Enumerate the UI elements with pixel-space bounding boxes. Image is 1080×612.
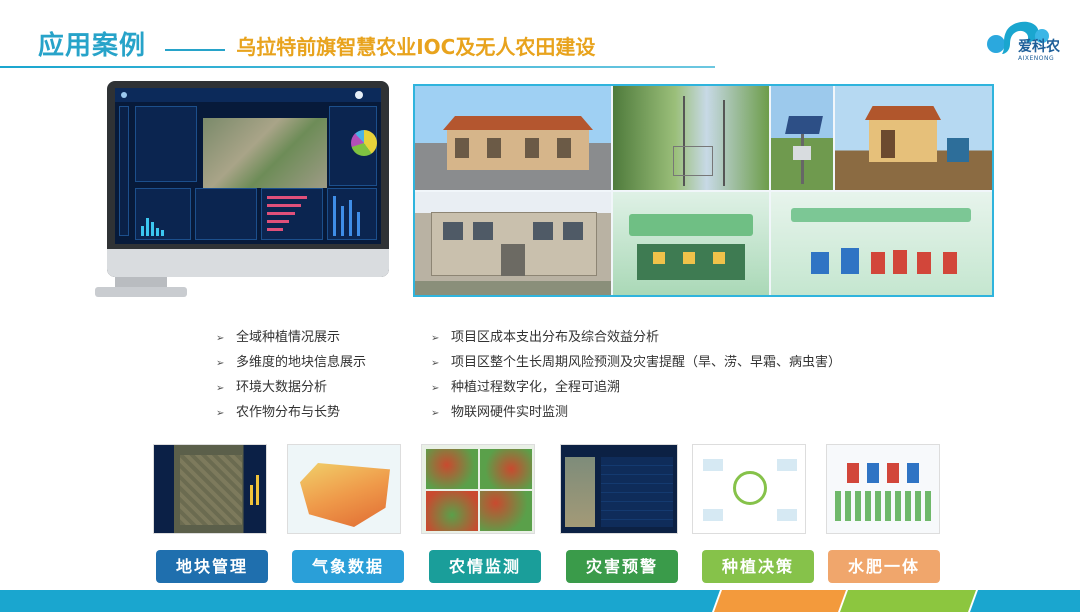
module-plot-management-button[interactable]: 地块管理	[156, 550, 268, 583]
photo-field-sensors	[613, 86, 769, 190]
feature-item: ➢ 环境大数据分析	[216, 375, 366, 400]
module-weather-data-button[interactable]: 气象数据	[292, 550, 404, 583]
feature-item: ➢ 农作物分布与长势	[216, 400, 366, 425]
photo-station-building	[415, 86, 611, 190]
feature-item: ➢ 物联网硬件实时监测	[431, 400, 841, 425]
thumb-weather-data	[287, 444, 401, 534]
section-title: 应用案例	[38, 31, 147, 61]
photo-3d-control-room	[613, 192, 769, 295]
dashboard-pie	[351, 130, 377, 156]
monitor-base	[95, 287, 187, 297]
bullet-arrow-icon: ➢	[431, 358, 440, 369]
bullet-arrow-icon: ➢	[216, 383, 225, 394]
feature-item: ➢ 项目区成本支出分布及综合效益分析	[431, 325, 841, 350]
module-planting-decision-button[interactable]: 种植决策	[702, 550, 814, 583]
photo-equipment-hut	[835, 86, 992, 190]
dashboard-monitor-image	[107, 81, 389, 277]
logo-text: 爱科农	[1018, 39, 1060, 55]
bullet-arrow-icon: ➢	[431, 333, 440, 344]
module-water-fertilizer-button[interactable]: 水肥一体	[828, 550, 940, 583]
photo-solar-sensor	[771, 86, 833, 190]
bottom-color-bar	[0, 590, 1080, 612]
header-rule	[0, 66, 715, 68]
monitor-chin	[107, 249, 389, 277]
feature-item: ➢ 全域种植情况展示	[216, 325, 366, 350]
module-disaster-warning-button[interactable]: 灾害预警	[566, 550, 678, 583]
thumb-water-fertilizer	[826, 444, 940, 534]
feature-item: ➢ 项目区整个生长周期风险预测及灾害提醒（旱、涝、早霜、病虫害）	[431, 350, 841, 375]
thumb-plot-management	[153, 444, 267, 534]
thumb-planting-decision	[692, 444, 806, 534]
thumb-crop-monitoring	[421, 444, 535, 534]
feature-item: ➢ 种植过程数字化，全程可追溯	[431, 375, 841, 400]
photo-collage	[413, 84, 994, 297]
photo-office-building-render	[415, 192, 611, 295]
bullet-arrow-icon: ➢	[216, 358, 225, 369]
feature-item: ➢ 多维度的地块信息展示	[216, 350, 366, 375]
photo-3d-irrigation-system	[771, 192, 992, 295]
bullet-arrow-icon: ➢	[431, 383, 440, 394]
bullet-arrow-icon: ➢	[216, 408, 225, 419]
feature-list-right: ➢ 项目区成本支出分布及综合效益分析 ➢ 项目区整个生长周期风险预测及灾害提醒（旱、…	[431, 325, 841, 425]
dashboard-screen	[115, 88, 381, 244]
bullet-arrow-icon: ➢	[431, 408, 440, 419]
feature-list-left: ➢ 全域种植情况展示 ➢ 多维度的地块信息展示 ➢ 环境大数据分析 ➢ 农作物分布与长势	[216, 325, 366, 425]
page-title: 应用案例 乌拉特前旗智慧农业IOC及无人农田建设	[38, 32, 595, 63]
dashboard-map	[203, 118, 327, 188]
thumb-disaster-warning	[560, 444, 678, 534]
module-crop-monitoring-button[interactable]: 农情监测	[429, 550, 541, 583]
bullet-arrow-icon: ➢	[216, 333, 225, 344]
logo-subtext: AIXENONG	[1018, 55, 1055, 62]
project-subtitle: 乌拉特前旗智慧农业IOC及无人农田建设	[236, 35, 596, 59]
title-dash-divider	[165, 48, 226, 51]
